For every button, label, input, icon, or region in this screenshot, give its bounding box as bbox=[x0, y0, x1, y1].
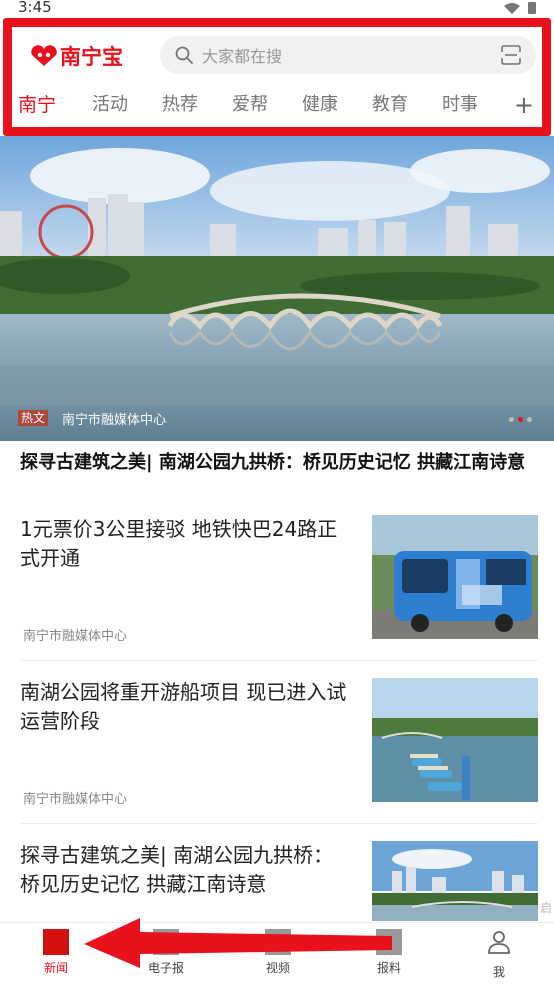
banner-source: 南宁市融媒体中心 bbox=[62, 413, 167, 428]
news-title: 南湖公园将重开游船项目 现已进入试运营阶段 bbox=[20, 680, 347, 733]
nav-me[interactable]: 我 bbox=[464, 927, 534, 980]
tab-current-affairs[interactable]: 时事 bbox=[442, 90, 478, 120]
bridge-photo bbox=[372, 841, 538, 921]
nav-label: 视频 bbox=[265, 961, 290, 975]
tab-help[interactable]: 爱帮 bbox=[232, 90, 268, 120]
channel-tabs: 南宁 活动 热荐 爱帮 健康 教育 时事 + bbox=[0, 90, 554, 120]
banner-image[interactable] bbox=[0, 136, 554, 441]
nav-report[interactable]: 报料 bbox=[354, 927, 424, 976]
news-source: 南宁市融媒体中心 bbox=[23, 792, 128, 807]
divider bbox=[20, 823, 538, 824]
nav-label: 新闻 bbox=[43, 961, 68, 975]
bottom-nav: 新闻 电子报 视频 报料 我 bbox=[0, 922, 554, 984]
wifi-battery-icon bbox=[504, 2, 536, 14]
top-header: 南宁宝 大家都在搜 南宁 活动 热荐 爱帮 健康 教育 时事 + bbox=[0, 18, 554, 136]
news-thumbnail-bridge bbox=[372, 841, 538, 921]
logo-text: 南宁宝 bbox=[60, 45, 123, 69]
status-time: 3:45 bbox=[18, 0, 52, 16]
carousel-dot-active[interactable] bbox=[518, 417, 523, 422]
nav-label: 我 bbox=[492, 965, 505, 979]
epaper-icon bbox=[153, 929, 179, 955]
news-item[interactable]: 1元票价3公里接驳 地铁快巴24路正式开通 南宁市融媒体中心 bbox=[20, 515, 538, 645]
status-icons bbox=[502, 2, 542, 17]
nav-epaper[interactable]: 电子报 bbox=[131, 927, 201, 976]
app-logo[interactable]: 南宁宝 bbox=[30, 42, 123, 70]
bus-photo bbox=[372, 515, 538, 639]
search-icon bbox=[175, 46, 193, 64]
boats-photo bbox=[372, 678, 538, 802]
scan-icon[interactable] bbox=[500, 44, 522, 66]
lake-bridge-photo bbox=[0, 136, 554, 441]
hot-article-badge: 热文 bbox=[18, 410, 49, 426]
search-bar[interactable]: 大家都在搜 bbox=[160, 36, 536, 74]
news-source: 南宁市融媒体中心 bbox=[23, 629, 128, 644]
news-thumbnail-bus bbox=[372, 515, 538, 639]
carousel-indicators bbox=[509, 417, 532, 422]
tab-recommended[interactable]: 热荐 bbox=[162, 90, 198, 120]
user-icon bbox=[488, 931, 510, 954]
search-placeholder: 大家都在搜 bbox=[202, 47, 283, 66]
video-icon bbox=[265, 929, 291, 955]
status-bar: 3:45 bbox=[0, 0, 554, 18]
news-title: 探寻古建筑之美| 南湖公园九拱桥：桥见历史记忆 拱藏江南诗意 bbox=[20, 843, 334, 896]
tab-education[interactable]: 教育 bbox=[372, 90, 408, 120]
logo-mark-icon bbox=[31, 45, 57, 66]
carousel-dot[interactable] bbox=[509, 417, 514, 422]
tab-activity[interactable]: 活动 bbox=[92, 90, 128, 120]
report-icon bbox=[376, 929, 402, 955]
news-icon bbox=[43, 929, 69, 955]
carousel-dot[interactable] bbox=[527, 417, 532, 422]
add-channel-icon[interactable]: + bbox=[514, 90, 534, 120]
banner-headline[interactable]: 探寻古建筑之美| 南湖公园九拱桥：桥见历史记忆 拱藏江南诗意 bbox=[20, 451, 540, 475]
news-thumbnail-boats bbox=[372, 678, 538, 802]
news-item[interactable]: 南湖公园将重开游船项目 现已进入试运营阶段 南宁市融媒体中心 bbox=[20, 678, 538, 808]
news-title: 1元票价3公里接驳 地铁快巴24路正式开通 bbox=[20, 517, 338, 570]
divider bbox=[20, 660, 538, 661]
news-item[interactable]: 探寻古建筑之美| 南湖公园九拱桥：桥见历史记忆 拱藏江南诗意 bbox=[20, 841, 538, 921]
nav-news[interactable]: 新闻 bbox=[21, 927, 91, 976]
tab-nanning[interactable]: 南宁 bbox=[18, 90, 56, 120]
nav-video[interactable]: 视频 bbox=[243, 927, 313, 976]
tab-health[interactable]: 健康 bbox=[302, 90, 338, 120]
nav-label: 电子报 bbox=[147, 961, 184, 975]
nav-label: 报料 bbox=[376, 961, 401, 975]
